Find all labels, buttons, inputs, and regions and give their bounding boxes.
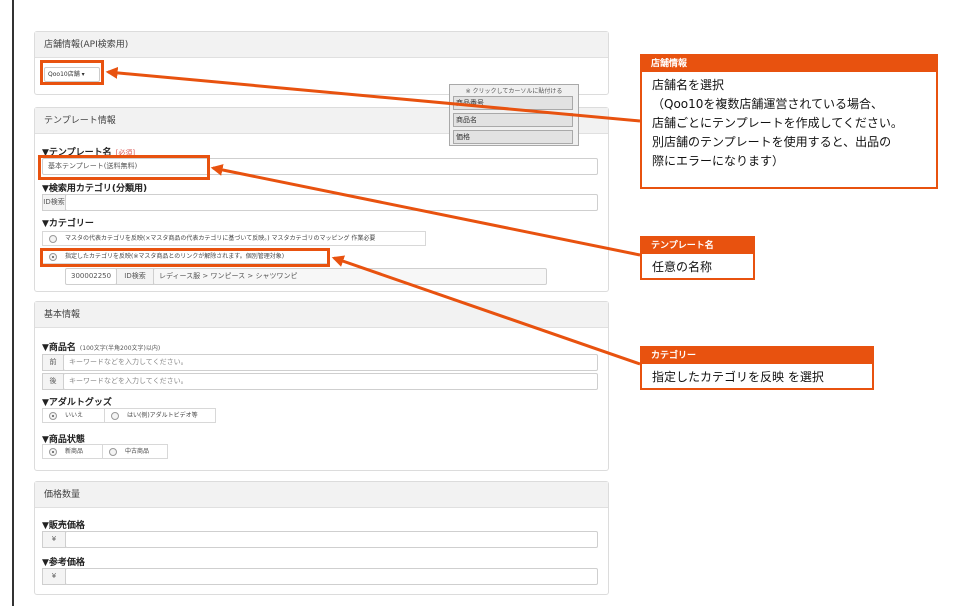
category-id-field[interactable]: 300002250: [65, 268, 117, 285]
search-category-label: ▼検索用カテゴリ(分類用): [42, 184, 148, 194]
callout-template-name: テンプレート名 任意の名称: [640, 236, 755, 280]
reference-price-input[interactable]: [65, 568, 598, 585]
highlight-category-option: [40, 248, 330, 267]
callout-store-title: 店舗情報: [642, 56, 936, 72]
condition-new-option[interactable]: 新商品: [42, 444, 103, 459]
search-category-input[interactable]: [65, 194, 598, 211]
callout-template-title: テンプレート名: [642, 238, 753, 254]
radio-condition-used[interactable]: [109, 448, 117, 456]
popup-item-product-number[interactable]: 商品番号: [453, 96, 573, 110]
callout-template-body: 任意の名称: [652, 260, 713, 274]
radio-condition-new[interactable]: [49, 448, 57, 456]
callout-category: カテゴリー 指定したカテゴリを反映 を選択: [640, 346, 874, 390]
popup-item-price[interactable]: 価格: [453, 130, 573, 144]
category-label: ▼カテゴリー: [42, 219, 94, 229]
window-edge-rule: [12, 0, 14, 606]
radio-master[interactable]: [49, 235, 57, 243]
condition-used-option[interactable]: 中古商品: [102, 444, 168, 459]
callout-store-info: 店舗情報 店舗名を選択 （Qoo10を複数店舗運営されている場合、 店舗ごとにテ…: [640, 54, 938, 189]
category-option-master[interactable]: マスタの代表カテゴリを反映(×マスタ商品の代表カテゴリに基づいて反映。) マスタ…: [42, 231, 426, 246]
popup-note: ※ クリックしてカーソルに貼付ける: [465, 88, 563, 95]
insert-field-popup: ※ クリックしてカーソルに貼付ける 商品番号 商品名 価格: [449, 84, 579, 146]
callout-category-title: カテゴリー: [642, 348, 872, 364]
adult-yes-option[interactable]: はい(例)アダルトビデオ等: [104, 408, 216, 423]
callout-category-body: 指定したカテゴリを反映 を選択: [652, 370, 824, 384]
product-name-prefix-input[interactable]: キーワードなどを入力してください。: [63, 354, 598, 371]
reference-price-yen-addon: ¥: [42, 568, 66, 585]
id-search-addon[interactable]: ID検索: [42, 194, 66, 211]
radio-adult-yes[interactable]: [111, 412, 119, 420]
product-name-suffix-input[interactable]: キーワードなどを入力してください。: [63, 373, 598, 390]
popup-item-product-name[interactable]: 商品名: [453, 113, 573, 127]
store-info-title: 店舗情報(API検索用): [35, 32, 608, 58]
sale-price-yen-addon: ¥: [42, 531, 66, 548]
radio-adult-no[interactable]: [49, 412, 57, 420]
category-id-search-button[interactable]: ID検索: [116, 268, 154, 285]
sale-price-label: ▼販売価格: [42, 521, 85, 531]
highlight-template-name: [38, 155, 210, 180]
price-quantity-title: 価格数量: [35, 482, 608, 508]
suffix-addon: 後: [42, 373, 64, 390]
adult-goods-label: ▼アダルトグッズ: [42, 398, 112, 408]
reference-price-label: ▼参考価格: [42, 558, 85, 568]
prefix-addon: 前: [42, 354, 64, 371]
sale-price-input[interactable]: [65, 531, 598, 548]
product-name-label: ▼商品名 (100文字(半角200文字)以内): [42, 343, 161, 353]
highlight-store-dropdown: [40, 60, 104, 85]
category-path-display: レディース服 > ワンピース > シャツワンピ: [153, 268, 547, 285]
callout-store-body: 店舗名を選択 （Qoo10を複数店舗運営されている場合、 店舗ごとにテンプレート…: [652, 78, 903, 168]
product-name-hint: (100文字(半角200文字)以内): [79, 345, 161, 352]
adult-no-option[interactable]: いいえ: [42, 408, 105, 423]
basic-info-title: 基本情報: [35, 302, 608, 328]
